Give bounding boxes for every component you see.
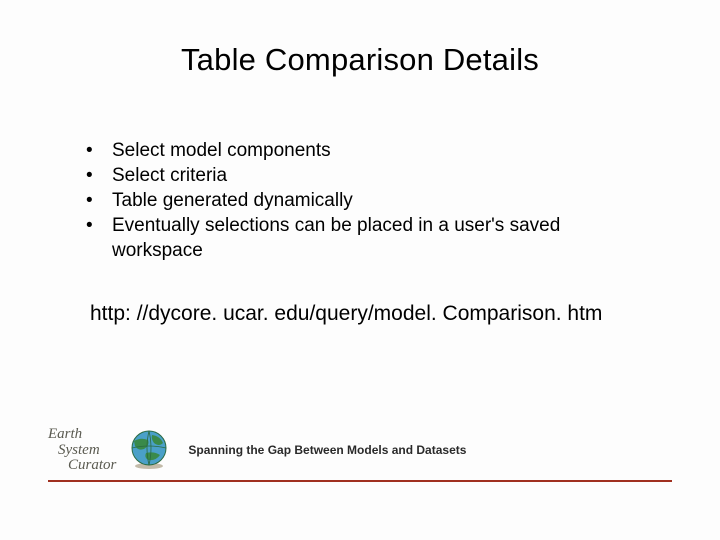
list-item: Table generated dynamically bbox=[82, 188, 642, 213]
list-item: Select criteria bbox=[82, 163, 642, 188]
list-item: Eventually selections can be placed in a… bbox=[82, 213, 642, 263]
list-item: Select model components bbox=[82, 138, 642, 163]
globe-icon bbox=[126, 427, 172, 473]
logo-block: Earth System Curator Spanning the Gap Be… bbox=[48, 427, 672, 474]
logo-line: Curator bbox=[68, 458, 116, 474]
footer-rule bbox=[48, 480, 672, 482]
logo-line: Earth bbox=[48, 427, 116, 443]
logo-text: Earth System Curator bbox=[48, 427, 116, 474]
logo-line: System bbox=[58, 443, 116, 459]
slide-title: Table Comparison Details bbox=[0, 42, 720, 78]
bullet-list: Select model components Select criteria … bbox=[82, 138, 642, 263]
slide-footer: Earth System Curator Spanning the Gap Be… bbox=[48, 427, 672, 482]
reference-url: http: //dycore. ucar. edu/query/model. C… bbox=[90, 302, 602, 326]
slide: Table Comparison Details Select model co… bbox=[0, 0, 720, 540]
footer-tagline: Spanning the Gap Between Models and Data… bbox=[188, 443, 466, 457]
